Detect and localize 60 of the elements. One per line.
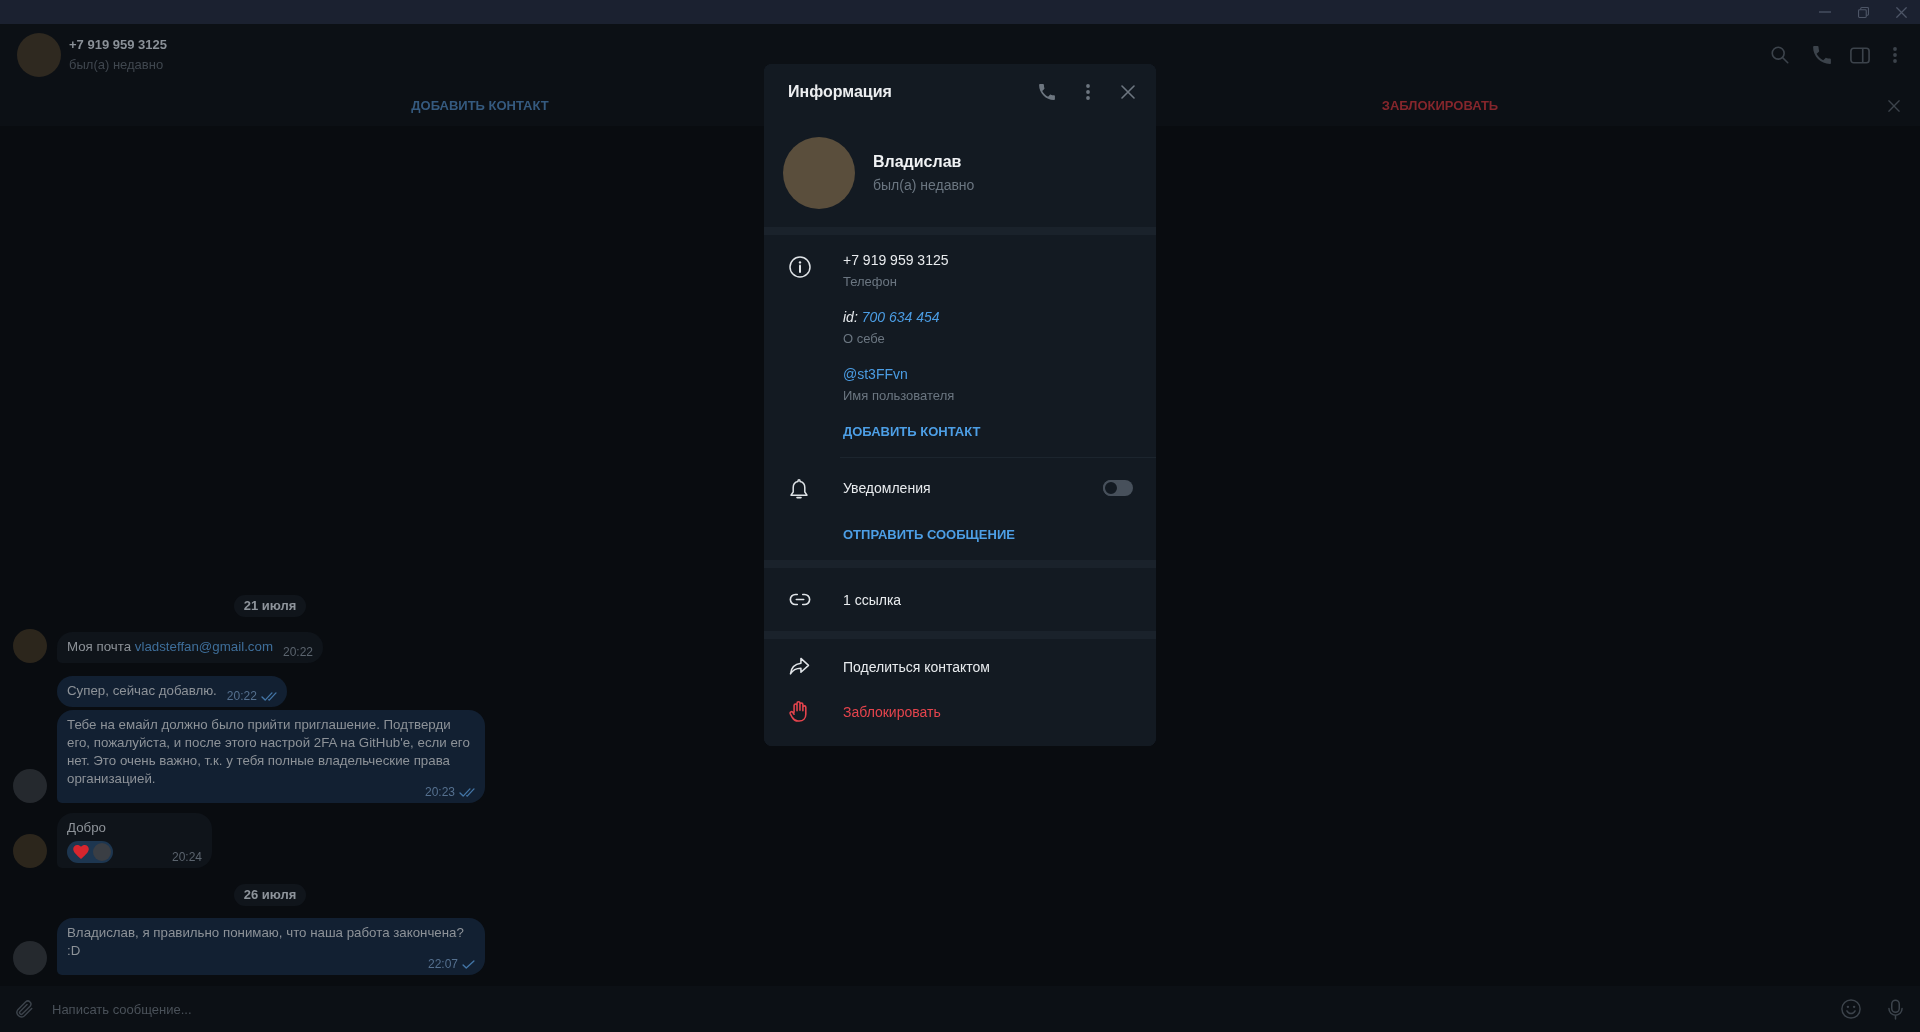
reaction-pill[interactable] bbox=[67, 841, 113, 863]
send-message-button[interactable]: ОТПРАВИТЬ СООБЩЕНИЕ bbox=[843, 526, 1015, 544]
close-icon[interactable] bbox=[1888, 100, 1900, 112]
avatar[interactable] bbox=[13, 941, 47, 975]
message-time: 22:07 bbox=[427, 958, 458, 970]
avatar[interactable] bbox=[13, 769, 47, 803]
links-item[interactable]: 1 ссылка bbox=[843, 590, 902, 609]
message-text: Добро bbox=[67, 819, 107, 837]
close-icon[interactable] bbox=[1121, 85, 1135, 99]
block-user-item[interactable]: Заблокировать bbox=[843, 702, 941, 721]
field-label: Имя пользователя bbox=[843, 387, 955, 405]
bell-icon bbox=[789, 477, 809, 499]
close-icon[interactable] bbox=[1896, 6, 1907, 18]
composer-bar[interactable]: Написать сообщение... bbox=[0, 986, 1920, 1032]
phone-icon[interactable] bbox=[1813, 46, 1831, 64]
search-icon[interactable] bbox=[1771, 46, 1789, 64]
message-text: Моя почта vladsteffan@gmail.com bbox=[67, 638, 273, 656]
phone-icon[interactable] bbox=[1039, 84, 1055, 100]
heart-icon bbox=[73, 845, 89, 859]
chat-title[interactable]: +7 919 959 3125 bbox=[69, 36, 167, 54]
avatar[interactable] bbox=[13, 629, 47, 663]
message-text: Супер, сейчас добавлю. bbox=[67, 682, 217, 700]
avatar[interactable] bbox=[13, 834, 47, 868]
microphone-icon[interactable] bbox=[1888, 998, 1903, 1020]
hand-icon bbox=[789, 701, 807, 722]
number-link[interactable]: 700 634 454 bbox=[861, 309, 940, 325]
contact-name: Владислав bbox=[873, 152, 963, 172]
bio-text: id: 700 634 454 bbox=[843, 308, 940, 326]
email-link[interactable]: vladsteffan@gmail.com bbox=[134, 639, 273, 654]
last-seen-status: был(а) недавно bbox=[873, 176, 975, 194]
last-seen-status: был(а) недавно bbox=[69, 56, 165, 74]
minimize-icon[interactable] bbox=[1819, 11, 1831, 13]
message-time: 20:22 bbox=[282, 646, 313, 658]
add-contact-button[interactable]: ДОБАВИТЬ КОНТАКТ bbox=[843, 423, 981, 441]
share-icon bbox=[789, 657, 810, 676]
more-icon[interactable] bbox=[1086, 84, 1090, 100]
message-time: 20:23 bbox=[424, 786, 455, 798]
emoji-icon[interactable] bbox=[1841, 999, 1861, 1019]
more-icon[interactable] bbox=[1893, 47, 1897, 63]
field-label: О себе bbox=[843, 330, 885, 348]
paperclip-icon[interactable] bbox=[14, 999, 34, 1019]
date-separator: 21 июля bbox=[233, 595, 307, 617]
notifications-toggle[interactable] bbox=[1103, 480, 1133, 496]
dialog-title: Информация bbox=[788, 82, 892, 102]
message-text: Тебе на емайл должно было прийти приглашение. Подтверди его, пожалуйста, и после этого настрой 2FA на GitHub'е, если его нет. Это очень важно, т.к. у тебя полные владельческие права организацией. bbox=[67, 716, 471, 787]
field-label: Телефон bbox=[843, 273, 897, 291]
reactor-avatar bbox=[93, 843, 111, 861]
notifications-label: Уведомления bbox=[843, 479, 931, 497]
restore-icon[interactable] bbox=[1858, 6, 1869, 18]
sidebar-icon[interactable] bbox=[1850, 46, 1870, 64]
phone-number[interactable]: +7 919 959 3125 bbox=[843, 251, 949, 269]
message-time: 20:22 bbox=[226, 690, 257, 702]
message-text: Владислав, я правильно понимаю, что наша работа закончена? :D bbox=[67, 924, 465, 959]
username-link[interactable]: @st3FFvn bbox=[843, 365, 908, 383]
contact-avatar[interactable] bbox=[17, 33, 61, 77]
share-contact-item[interactable]: Поделиться контактом bbox=[843, 657, 990, 676]
info-icon bbox=[789, 256, 811, 278]
date-separator: 26 июля bbox=[233, 884, 307, 906]
link-icon bbox=[789, 593, 811, 606]
message-time: 20:24 bbox=[171, 851, 202, 863]
